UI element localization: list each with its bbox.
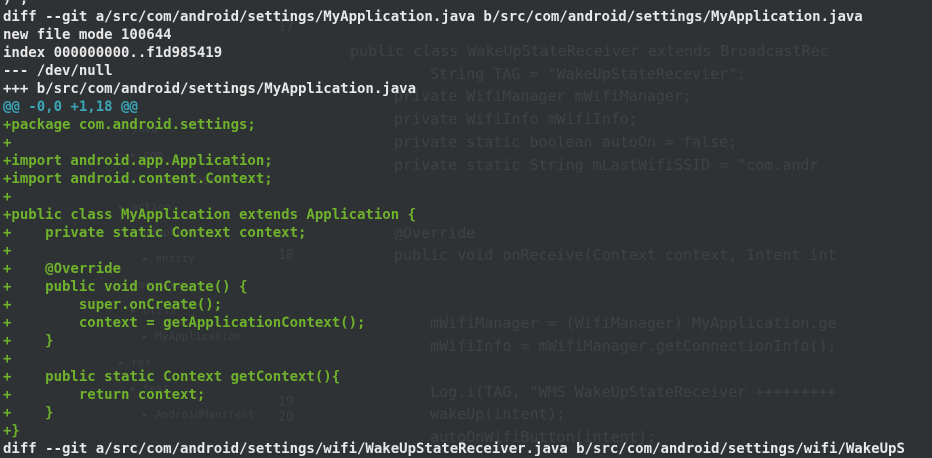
diff-header-line: ) ; xyxy=(3,0,905,8)
diff-added-line: + return context; xyxy=(3,387,206,403)
diff-added-line: + @Override xyxy=(3,261,122,277)
diff-added-line: + public void onCreate() { xyxy=(3,279,248,295)
diff-header-line: --- /dev/null xyxy=(3,63,113,79)
diff-added-line: +public class MyApplication extends Appl… xyxy=(3,207,417,223)
diff-added-line: + } xyxy=(3,333,54,349)
diff-added-line: + private static Context context; xyxy=(3,225,307,241)
diff-added-line: + xyxy=(3,351,12,367)
diff-header-line: new file mode 100644 xyxy=(3,27,172,43)
diff-header-line: +++ b/src/com/android/settings/MyApplica… xyxy=(3,81,417,97)
diff-added-line: + xyxy=(3,189,12,205)
diff-added-line: + public static Context getContext(){ xyxy=(3,369,341,385)
diff-header-line: diff --git a/src/com/android/settings/My… xyxy=(3,9,863,25)
diff-added-line: + xyxy=(3,243,12,259)
diff-added-line: +} xyxy=(3,423,20,439)
terminal-diff-output[interactable]: ) ;diff --git a/src/com/android/settings… xyxy=(3,0,905,458)
diff-added-line: + xyxy=(3,135,12,151)
diff-added-line: + context = getApplicationContext(); xyxy=(3,315,366,331)
diff-added-line: + super.onCreate(); xyxy=(3,297,223,313)
diff-header-line: diff --git a/src/com/android/settings/wi… xyxy=(3,441,905,457)
diff-added-line: +import android.app.Application; xyxy=(3,153,273,169)
diff-added-line: +package com.android.settings; xyxy=(3,117,256,133)
diff-hunk-header: @@ -0,0 +1,18 @@ xyxy=(3,99,138,115)
diff-header-line: index 000000000..f1d985419 xyxy=(3,45,223,61)
diff-added-line: +import android.content.Context; xyxy=(3,171,273,187)
diff-added-line: + } xyxy=(3,405,54,421)
